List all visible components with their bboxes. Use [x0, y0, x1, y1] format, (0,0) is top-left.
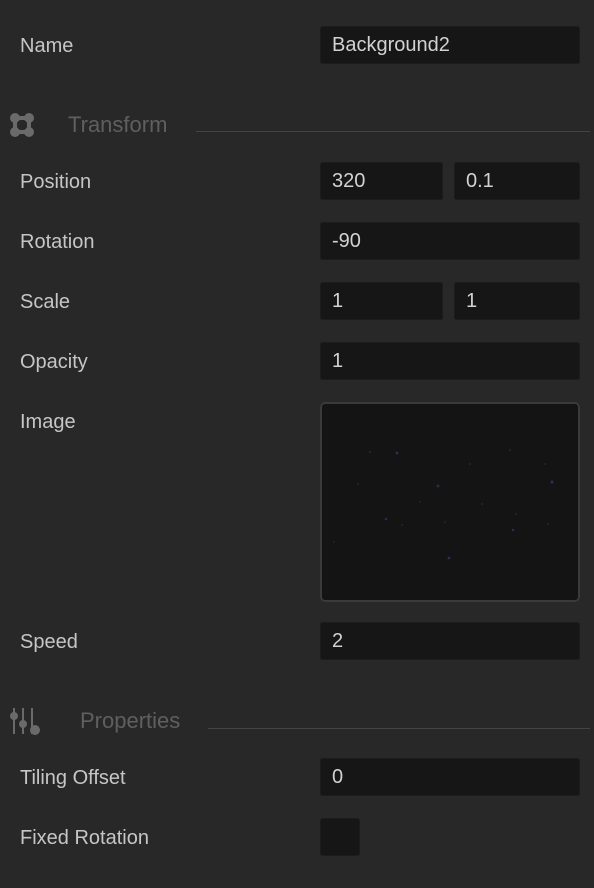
speed-label: Speed	[20, 631, 78, 653]
position-y-input[interactable]: 0.1	[454, 162, 580, 200]
rotation-label: Rotation	[20, 231, 95, 253]
transform-section-header[interactable]: Transform	[0, 106, 594, 146]
transform-section-divider	[196, 131, 590, 132]
image-picker[interactable]	[320, 402, 580, 602]
name-label: Name	[20, 35, 74, 57]
scale-y-input[interactable]: 1	[454, 282, 580, 320]
transform-section-title: Transform	[68, 112, 168, 137]
rotation-input[interactable]: -90	[320, 222, 580, 260]
scale-label: Scale	[20, 291, 71, 313]
properties-section-divider	[208, 728, 590, 729]
properties-section-header[interactable]: Properties	[0, 702, 594, 742]
image-label: Image	[20, 411, 76, 433]
speed-input[interactable]: 2	[320, 622, 580, 660]
fixed-rotation-label: Fixed Rotation	[20, 827, 149, 849]
scale-x-input[interactable]: 1	[320, 282, 443, 320]
sliders-icon	[9, 706, 41, 742]
fixed-rotation-checkbox[interactable]	[320, 818, 360, 856]
tiling-offset-input[interactable]: 0	[320, 758, 580, 796]
position-label: Position	[20, 171, 92, 193]
name-input[interactable]: Background2	[320, 26, 580, 64]
tiling-offset-label: Tiling Offset	[20, 767, 126, 789]
position-x-input[interactable]: 320	[320, 162, 443, 200]
opacity-label: Opacity	[20, 351, 88, 373]
starfield-image	[333, 449, 554, 560]
properties-section-title: Properties	[80, 708, 181, 733]
opacity-input[interactable]: 1	[320, 342, 580, 380]
transform-icon	[9, 112, 35, 144]
